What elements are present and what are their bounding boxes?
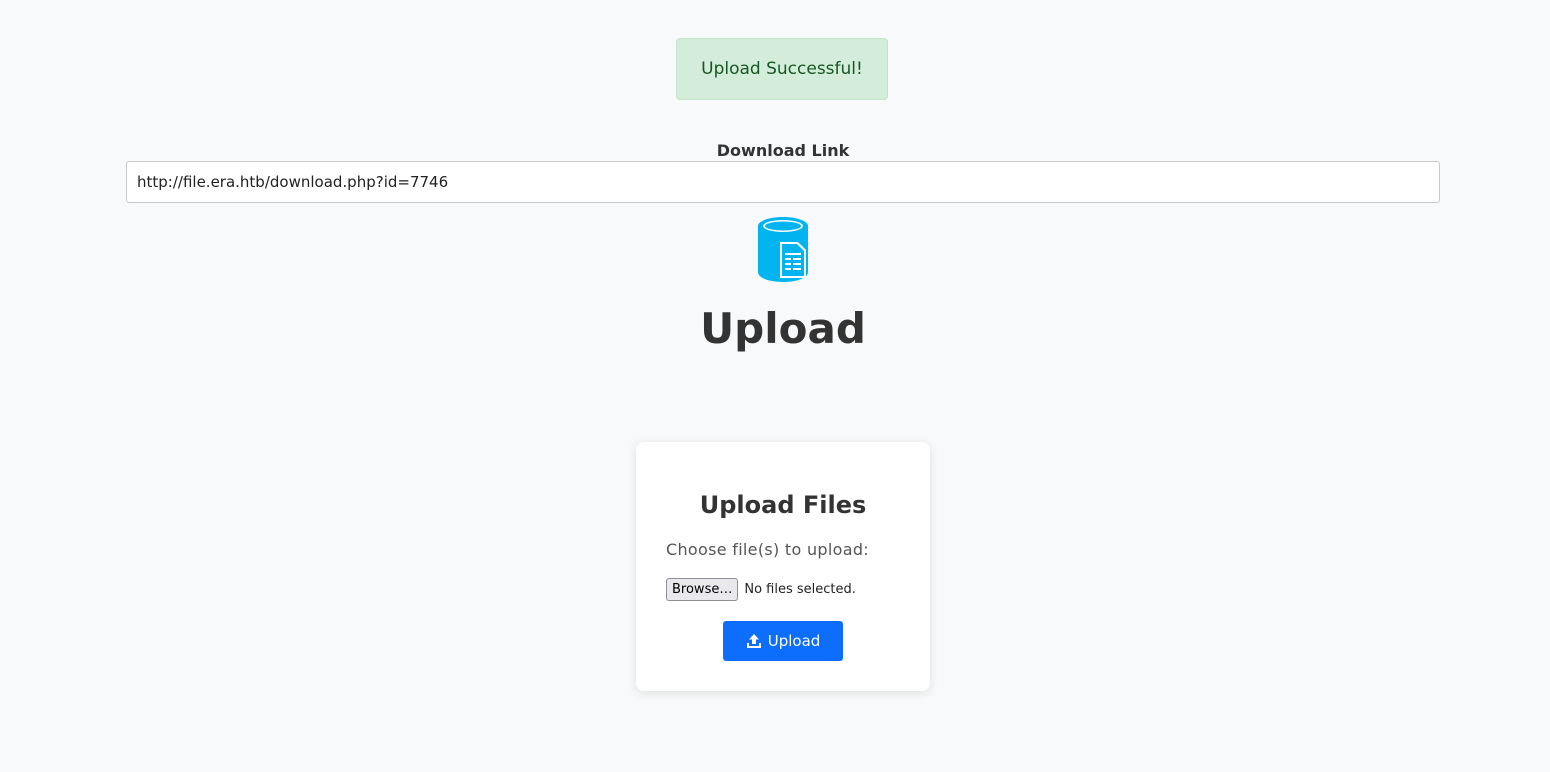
- upload-button[interactable]: Upload: [723, 621, 843, 661]
- no-files-selected-text: No files selected.: [744, 582, 856, 597]
- browse-button[interactable]: Browse…: [666, 578, 739, 601]
- success-alert-text: Upload Successful!: [701, 59, 863, 79]
- download-link-field[interactable]: [126, 161, 1440, 203]
- upload-card-title: Upload Files: [699, 491, 867, 519]
- file-input: Browse… No files selected.: [666, 578, 856, 601]
- download-link-label: Download Link: [716, 141, 850, 160]
- success-alert: Upload Successful!: [676, 38, 888, 100]
- database-document-icon: [756, 216, 810, 282]
- upload-button-label: Upload: [767, 632, 821, 650]
- upload-icon: [746, 633, 762, 649]
- upload-card: Upload Files Choose file(s) to upload: B…: [636, 442, 930, 691]
- upload-page: Upload Successful! Download Link Upload …: [0, 0, 1550, 772]
- choose-files-label: Choose file(s) to upload:: [666, 540, 869, 559]
- page-title: Upload: [700, 304, 866, 353]
